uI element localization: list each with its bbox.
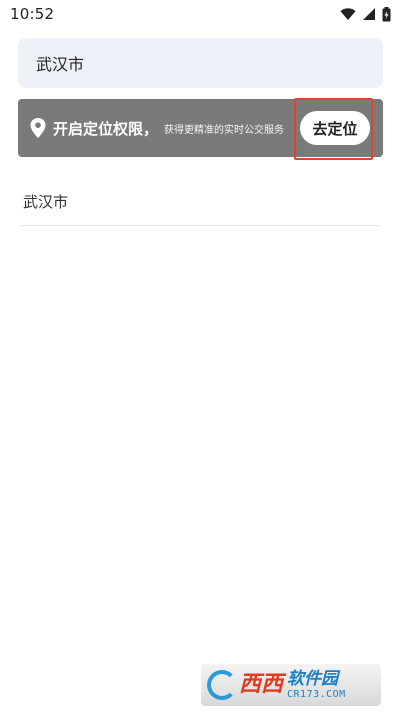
banner-subtitle: 获得更精准的实时公交服务: [164, 124, 285, 136]
wifi-icon: [340, 8, 356, 20]
search-input[interactable]: 武汉市: [18, 38, 383, 88]
signal-icon: [363, 8, 375, 20]
locate-button[interactable]: 去定位: [300, 111, 370, 145]
watermark-url: CR173.COM: [287, 688, 346, 700]
search-input-value: 武汉市: [36, 55, 85, 74]
watermark-blue-text: 软件园: [287, 669, 339, 690]
watermark-logo: 西西 软件园 CR173.COM: [201, 664, 381, 706]
location-pin-icon: [30, 118, 46, 138]
city-selection-screen: 10:52 武汉市 开启定位权限， 获得更精准的实时公交服务 去定位 武汉市 西…: [0, 0, 401, 713]
city-result-label: 武汉市: [23, 193, 69, 211]
watermark-red-text: 西西: [239, 672, 284, 697]
battery-icon: [382, 6, 391, 21]
status-icons: [340, 6, 391, 22]
status-time: 10:52: [10, 5, 55, 23]
status-bar: 10:52: [0, 0, 401, 28]
banner-title: 开启定位权限，: [53, 119, 159, 138]
watermark-right: 软件园 CR173.COM: [287, 670, 346, 700]
watermark-logo-icon: [207, 670, 237, 700]
city-result-item[interactable]: 武汉市: [21, 178, 379, 226]
